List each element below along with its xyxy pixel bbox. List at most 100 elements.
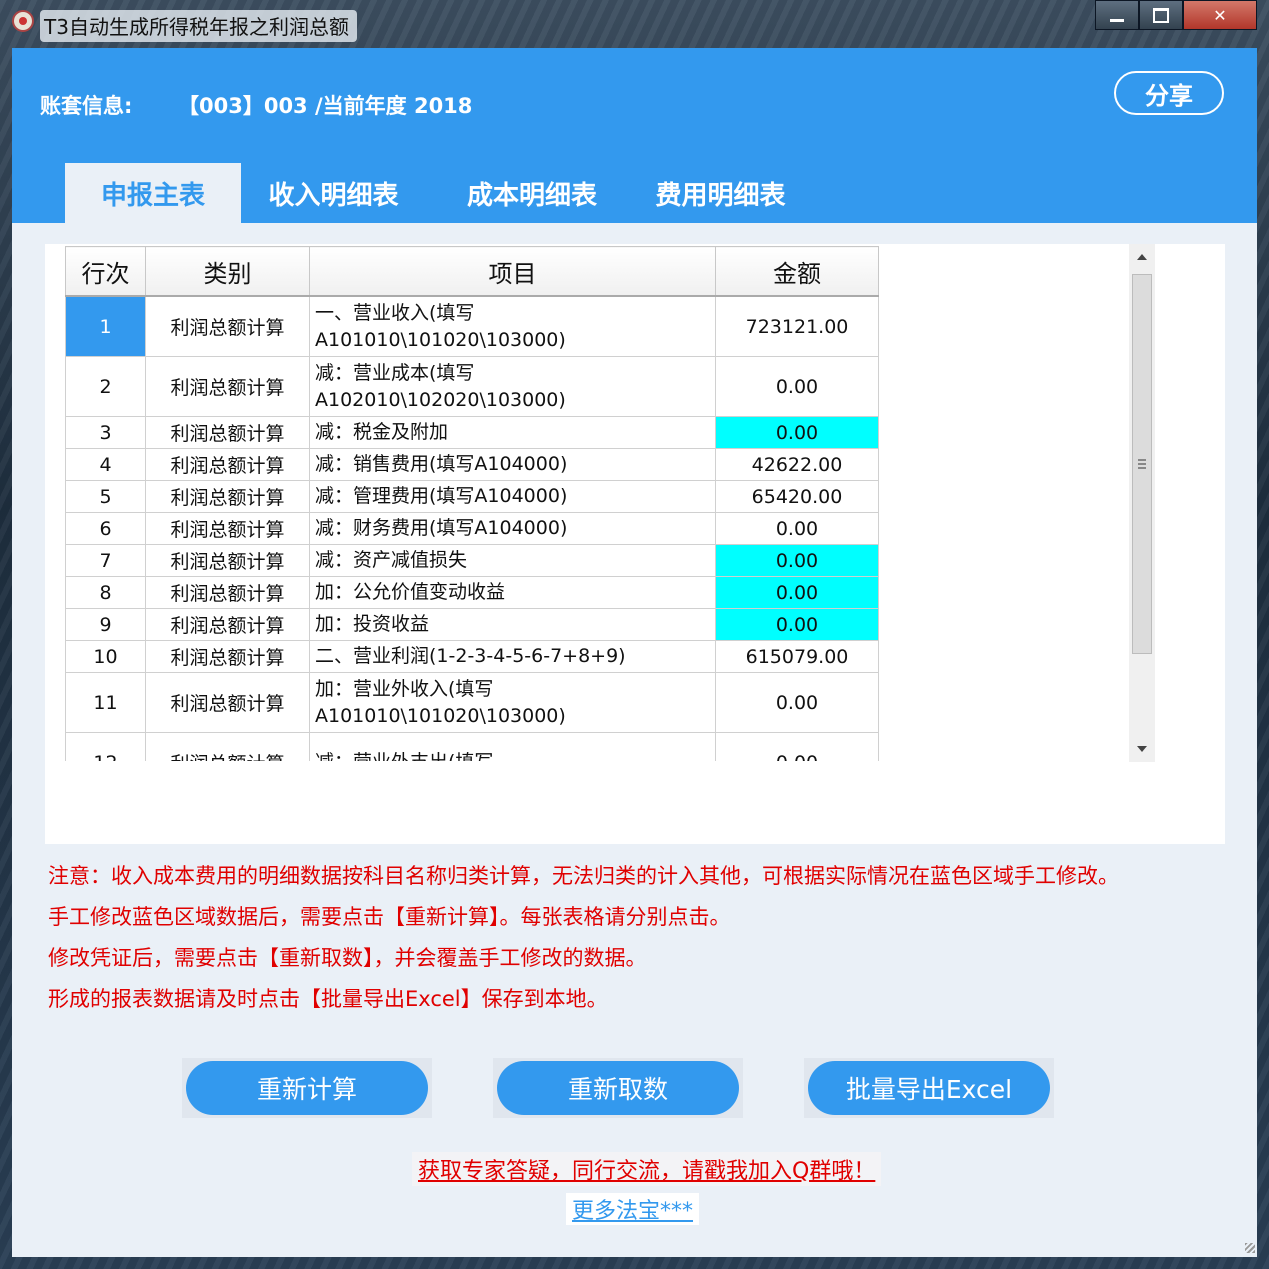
amount-cell-editable[interactable]: 0.00 <box>715 544 879 577</box>
client-area: 账套信息: 【003】003 /当前年度 2018 分享 申报主表 收入明细表 … <box>12 48 1257 1257</box>
minimize-icon <box>1110 18 1124 22</box>
amount-cell[interactable]: 0.00 <box>715 356 879 417</box>
column-header-row-no[interactable]: 行次 <box>65 246 146 297</box>
category-cell[interactable]: 利润总额计算 <box>145 480 310 513</box>
table-row[interactable]: 2 利润总额计算 减：营业成本(填写 A102010\102020\103000)… <box>65 356 879 417</box>
item-cell[interactable]: 一、营业收入(填写 A101010\101020\103000) <box>309 295 716 357</box>
item-cell[interactable]: 二、营业利润(1-2-3-4-5-6-7+8+9) <box>309 640 716 673</box>
item-cell[interactable]: 加：公允价值变动收益 <box>309 576 716 609</box>
row-number[interactable]: 7 <box>65 544 146 577</box>
row-number[interactable]: 9 <box>65 608 146 641</box>
tab-income-detail[interactable]: 收入明细表 <box>241 163 426 223</box>
category-cell[interactable]: 利润总额计算 <box>145 512 310 545</box>
share-button[interactable]: 分享 <box>1114 71 1224 115</box>
category-cell[interactable]: 利润总额计算 <box>145 448 310 481</box>
amount-cell[interactable]: 65420.00 <box>715 480 879 513</box>
instructions: 注意：收入成本费用的明细数据按科目名称归类计算，无法归类的计入其他，可根据实际情… <box>48 856 1119 1020</box>
category-cell[interactable]: 利润总额计算 <box>145 732 310 761</box>
row-number[interactable]: 10 <box>65 640 146 673</box>
table-row[interactable]: 3 利润总额计算 减：税金及附加 0.00 <box>65 416 879 449</box>
row-number[interactable]: 6 <box>65 512 146 545</box>
table-row[interactable]: 6 利润总额计算 减：财务费用(填写A104000) 0.00 <box>65 512 879 545</box>
item-cell[interactable]: 加：营业外收入(填写 A101010\101020\103000) <box>309 672 716 733</box>
note-line: 注意：收入成本费用的明细数据按科目名称归类计算，无法归类的计入其他，可根据实际情… <box>48 864 1119 888</box>
item-cell[interactable]: 减：营业外支出(填写 <box>309 732 716 761</box>
table-row[interactable]: 11 利润总额计算 加：营业外收入(填写 A101010\101020\10300… <box>65 672 879 733</box>
item-line: A102010\102020\103000) <box>315 388 566 411</box>
recalculate-button[interactable]: 重新计算 <box>186 1061 428 1115</box>
resize-grip-icon[interactable] <box>1245 1243 1255 1253</box>
scroll-down-icon[interactable] <box>1137 746 1147 752</box>
category-cell[interactable]: 利润总额计算 <box>145 356 310 417</box>
category-cell[interactable]: 利润总额计算 <box>145 640 310 673</box>
scroll-up-icon[interactable] <box>1137 254 1147 260</box>
export-excel-button[interactable]: 批量导出Excel <box>808 1061 1050 1115</box>
minimize-button[interactable] <box>1095 0 1139 30</box>
column-header-item[interactable]: 项目 <box>309 246 716 297</box>
more-tools-link[interactable]: 更多法宝*** <box>566 1193 700 1225</box>
row-number[interactable]: 8 <box>65 576 146 609</box>
amount-cell[interactable]: 723121.00 <box>715 295 879 357</box>
amount-cell[interactable]: 0.00 <box>715 672 879 733</box>
maximize-button[interactable] <box>1139 0 1183 30</box>
qq-group-link[interactable]: 获取专家答疑，同行交流，请戳我加入Q群哦！ <box>412 1152 882 1186</box>
row-number[interactable]: 2 <box>65 356 146 417</box>
amount-cell[interactable]: 42622.00 <box>715 448 879 481</box>
column-header-amount[interactable]: 金额 <box>715 246 879 297</box>
amount-cell[interactable]: 615079.00 <box>715 640 879 673</box>
category-cell[interactable]: 利润总额计算 <box>145 576 310 609</box>
report-grid: 行次 类别 项目 金额 1 利润总额计算 一、营业收入(填写 A101010\10… <box>65 246 880 761</box>
row-number[interactable]: 11 <box>65 672 146 733</box>
amount-cell-editable[interactable]: 0.00 <box>715 608 879 641</box>
item-cell[interactable]: 减：营业成本(填写 A102010\102020\103000) <box>309 356 716 417</box>
item-line: 减：营业成本(填写 <box>315 361 475 384</box>
item-cell[interactable]: 减：财务费用(填写A104000) <box>309 512 716 545</box>
account-label: 账套信息: <box>40 94 133 118</box>
close-button[interactable]: ✕ <box>1183 0 1257 30</box>
row-number[interactable]: 3 <box>65 416 146 449</box>
item-line: 减：营业外支出(填写 <box>315 749 715 761</box>
vertical-scrollbar[interactable] <box>1129 244 1155 762</box>
item-cell[interactable]: 减：资产减值损失 <box>309 544 716 577</box>
category-cell[interactable]: 利润总额计算 <box>145 608 310 641</box>
amount-cell[interactable]: 0.00 <box>715 512 879 545</box>
item-line: 一、营业收入(填写 <box>315 301 475 324</box>
recalculate-button-frame: 重新计算 <box>182 1058 432 1118</box>
row-number[interactable]: 4 <box>65 448 146 481</box>
table-header-row: 行次 类别 项目 金额 <box>65 246 879 297</box>
column-header-category[interactable]: 类别 <box>145 246 310 297</box>
tab-expense-detail[interactable]: 费用明细表 <box>638 163 803 223</box>
category-cell[interactable]: 利润总额计算 <box>145 295 310 357</box>
item-cell[interactable]: 减：销售费用(填写A104000) <box>309 448 716 481</box>
category-cell[interactable]: 利润总额计算 <box>145 544 310 577</box>
item-cell[interactable]: 减：管理费用(填写A104000) <box>309 480 716 513</box>
app-icon <box>12 10 34 32</box>
close-icon: ✕ <box>1213 5 1227 25</box>
note-line: 形成的报表数据请及时点击【批量导出Excel】保存到本地。 <box>48 987 608 1011</box>
category-cell[interactable]: 利润总额计算 <box>145 672 310 733</box>
table-row[interactable]: 12 利润总额计算 减：营业外支出(填写 0.00 <box>65 732 879 761</box>
table-row[interactable]: 8 利润总额计算 加：公允价值变动收益 0.00 <box>65 576 879 609</box>
table-row[interactable]: 9 利润总额计算 加：投资收益 0.00 <box>65 608 879 641</box>
tab-cost-detail[interactable]: 成本明细表 <box>426 163 638 223</box>
item-line: A101010\101020\103000) <box>315 704 566 727</box>
table-row[interactable]: 5 利润总额计算 减：管理费用(填写A104000) 65420.00 <box>65 480 879 513</box>
table-row[interactable]: 10 利润总额计算 二、营业利润(1-2-3-4-5-6-7+8+9) 6150… <box>65 640 879 673</box>
row-number[interactable]: 12 <box>65 732 146 761</box>
table-row[interactable]: 1 利润总额计算 一、营业收入(填写 A101010\101020\103000)… <box>65 295 879 357</box>
scroll-thumb[interactable] <box>1132 274 1152 654</box>
table-row[interactable]: 4 利润总额计算 减：销售费用(填写A104000) 42622.00 <box>65 448 879 481</box>
table-row[interactable]: 7 利润总额计算 减：资产减值损失 0.00 <box>65 544 879 577</box>
amount-cell-editable[interactable]: 0.00 <box>715 416 879 449</box>
category-cell[interactable]: 利润总额计算 <box>145 416 310 449</box>
row-number[interactable]: 5 <box>65 480 146 513</box>
amount-cell[interactable]: 0.00 <box>715 732 879 761</box>
account-value: 【003】003 /当前年度 2018 <box>178 94 473 118</box>
item-cell[interactable]: 减：税金及附加 <box>309 416 716 449</box>
amount-cell-editable[interactable]: 0.00 <box>715 576 879 609</box>
tab-main-report[interactable]: 申报主表 <box>65 163 241 223</box>
item-cell[interactable]: 加：投资收益 <box>309 608 716 641</box>
row-number[interactable]: 1 <box>65 295 146 357</box>
title-bar: T3自动生成所得税年报之利润总额 ✕ <box>0 0 1269 46</box>
refetch-button[interactable]: 重新取数 <box>497 1061 739 1115</box>
